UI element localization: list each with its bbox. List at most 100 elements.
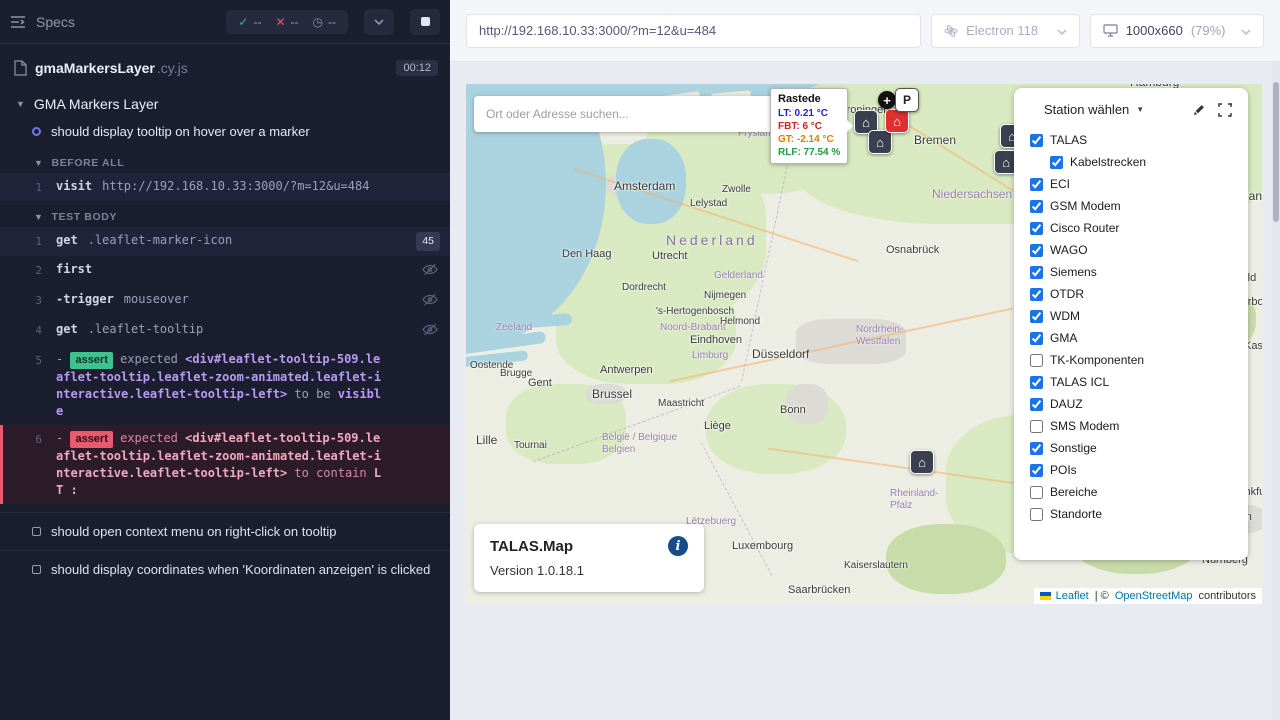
command-row[interactable]: 5- assert expected <div#leaflet-tooltip-…	[0, 346, 450, 425]
map-label-city: Bremen	[914, 134, 956, 148]
edit-icon[interactable]	[1192, 103, 1206, 117]
test-body-section[interactable]: ▼ TEST BODY	[0, 201, 450, 227]
station-select[interactable]: Station wählen	[1044, 102, 1129, 117]
viewport-select[interactable]: 1000x660 (79%)	[1090, 14, 1264, 48]
layer-checkbox-row[interactable]: TALAS	[1030, 129, 1232, 151]
test-title: should display tooltip on hover over a m…	[51, 124, 310, 139]
command-row[interactable]: 4get.leaflet-tooltip	[0, 316, 450, 346]
before-all-commands: 1visithttp://192.168.10.33:3000/?m=12&u=…	[0, 173, 450, 201]
layer-label: Kabelstrecken	[1070, 155, 1146, 169]
stop-button[interactable]	[410, 9, 440, 35]
geosearch-control[interactable]	[474, 96, 774, 132]
layer-label: TALAS ICL	[1050, 375, 1109, 389]
command-name: first	[56, 261, 92, 278]
layer-checkbox[interactable]	[1030, 486, 1043, 499]
fullscreen-icon[interactable]	[1218, 103, 1232, 117]
specs-title[interactable]: Specs	[36, 14, 75, 30]
map-label-region: Noord-Brabant	[660, 322, 726, 334]
active-test-row[interactable]: should display tooltip on hover over a m…	[0, 116, 450, 147]
map-label-country: Nederland	[666, 232, 758, 248]
layer-checkbox-row[interactable]: GSM Modem	[1030, 195, 1232, 217]
specs-menu-icon[interactable]	[10, 15, 26, 29]
about-card: TALAS.Map i Version 1.0.18.1	[474, 524, 704, 592]
layer-checkbox[interactable]	[1030, 310, 1043, 323]
leaflet-map[interactable]: HamburgBremenGroningenLeeuwardenFryslânN…	[466, 84, 1262, 604]
layer-checkbox[interactable]	[1030, 288, 1043, 301]
assert-message: - assert expected <div#leaflet-tooltip-5…	[56, 351, 392, 420]
layer-checkbox[interactable]	[1030, 134, 1043, 147]
layer-checkbox-row[interactable]: WDM	[1030, 305, 1232, 327]
station-marker[interactable]: ⌂	[910, 450, 934, 474]
layer-checkbox[interactable]	[1030, 376, 1043, 389]
layer-checkbox[interactable]	[1030, 420, 1043, 433]
layer-checkbox-row[interactable]: SMS Modem	[1030, 415, 1232, 437]
element-count-badge: 45	[416, 232, 440, 251]
layer-checkbox-row[interactable]: TALAS ICL	[1030, 371, 1232, 393]
collapsed-test-row[interactable]: should display coordinates when 'Koordin…	[0, 550, 450, 588]
layer-checkbox-row[interactable]: Standorte	[1030, 503, 1232, 525]
app-version: Version 1.0.18.1	[490, 563, 688, 578]
station-marker[interactable]: ⌂	[868, 130, 892, 154]
search-input[interactable]	[486, 107, 762, 121]
layer-label: Standorte	[1050, 507, 1102, 521]
layer-checkbox-row[interactable]: OTDR	[1030, 283, 1232, 305]
info-icon[interactable]: i	[668, 536, 688, 556]
layer-checkbox-row[interactable]: Bereiche	[1030, 481, 1232, 503]
scrollbar-thumb[interactable]	[1273, 82, 1279, 222]
spec-extension: .cy.js	[157, 60, 188, 76]
command-row[interactable]: 6- assert expected <div#leaflet-tooltip-…	[0, 425, 450, 504]
marker-tooltip[interactable]: Rastede LT: 0.21 °CFBT: 6 °CGT: -2.14 °C…	[770, 88, 848, 164]
layer-checkbox-row[interactable]: DAUZ	[1030, 393, 1232, 415]
layer-checkbox-row[interactable]: Sonstige	[1030, 437, 1232, 459]
layer-checkbox[interactable]	[1030, 398, 1043, 411]
layer-checkbox-row[interactable]: ECI	[1030, 173, 1232, 195]
suite-row[interactable]: ▼ GMA Markers Layer	[0, 86, 450, 116]
layer-checkbox-row[interactable]: Siemens	[1030, 261, 1232, 283]
layer-checkbox-row[interactable]: Cisco Router	[1030, 217, 1232, 239]
osm-link[interactable]: OpenStreetMap	[1115, 590, 1193, 602]
layer-checkbox[interactable]	[1030, 442, 1043, 455]
command-number: 2	[0, 261, 56, 279]
layer-checkbox[interactable]	[1030, 332, 1043, 345]
command-row[interactable]: 3-triggermouseover	[0, 286, 450, 316]
layer-checkbox[interactable]	[1030, 222, 1043, 235]
layer-checkbox[interactable]	[1030, 244, 1043, 257]
chevron-down-icon[interactable]: ▼	[1136, 105, 1144, 114]
layer-checkbox-row[interactable]: GMA	[1030, 327, 1232, 349]
layer-checkbox[interactable]	[1030, 200, 1043, 213]
alert-marker[interactable]: ⌂	[885, 109, 909, 133]
layer-checkbox[interactable]	[1050, 156, 1063, 169]
layer-checkbox-row[interactable]: TK-Komponenten	[1030, 349, 1232, 371]
browser-select[interactable]: Electron 118	[931, 14, 1080, 48]
spec-header[interactable]: gmaMarkersLayer .cy.js 00:12	[0, 44, 450, 86]
parking-marker[interactable]: P	[895, 88, 919, 112]
assert-badge: assert	[70, 431, 112, 448]
viewport-zoom: (79%)	[1191, 23, 1226, 38]
command-args: .leaflet-marker-icon	[88, 232, 233, 249]
command-row[interactable]: 1visithttp://192.168.10.33:3000/?m=12&u=…	[0, 173, 450, 201]
layer-checkbox-row[interactable]: WAGO	[1030, 239, 1232, 261]
app-scrollbar[interactable]	[1272, 62, 1280, 720]
layer-checkbox[interactable]	[1030, 464, 1043, 477]
layer-checkbox-row[interactable]: POIs	[1030, 459, 1232, 481]
assert-message: - assert expected <div#leaflet-tooltip-5…	[56, 430, 392, 499]
passed-icon: ✓	[238, 15, 248, 29]
layer-checkbox[interactable]	[1030, 354, 1043, 367]
command-row[interactable]: 1get.leaflet-marker-icon45	[0, 227, 450, 256]
collapsed-test-row[interactable]: should open context menu on right-click …	[0, 512, 450, 550]
layer-checkbox[interactable]	[1030, 508, 1043, 521]
layer-checkbox[interactable]	[1030, 178, 1043, 191]
stop-icon	[421, 17, 430, 26]
cluster-plus-marker[interactable]: +	[878, 91, 896, 109]
url-bar[interactable]: http://192.168.10.33:3000/?m=12&u=484	[466, 14, 921, 48]
layer-checkbox[interactable]	[1030, 266, 1043, 279]
collapse-all-button[interactable]	[364, 9, 394, 35]
command-name: get	[56, 232, 78, 249]
layer-checkbox-row[interactable]: Kabelstrecken	[1030, 151, 1232, 173]
map-label-city: Amsterdam	[614, 180, 675, 194]
before-all-section[interactable]: ▼ BEFORE ALL	[0, 147, 450, 173]
layer-label: WDM	[1050, 309, 1080, 323]
leaflet-link[interactable]: Leaflet	[1056, 590, 1089, 602]
map-label-region: Nordrhein- Westfalen	[856, 324, 903, 347]
command-row[interactable]: 2first	[0, 256, 450, 286]
